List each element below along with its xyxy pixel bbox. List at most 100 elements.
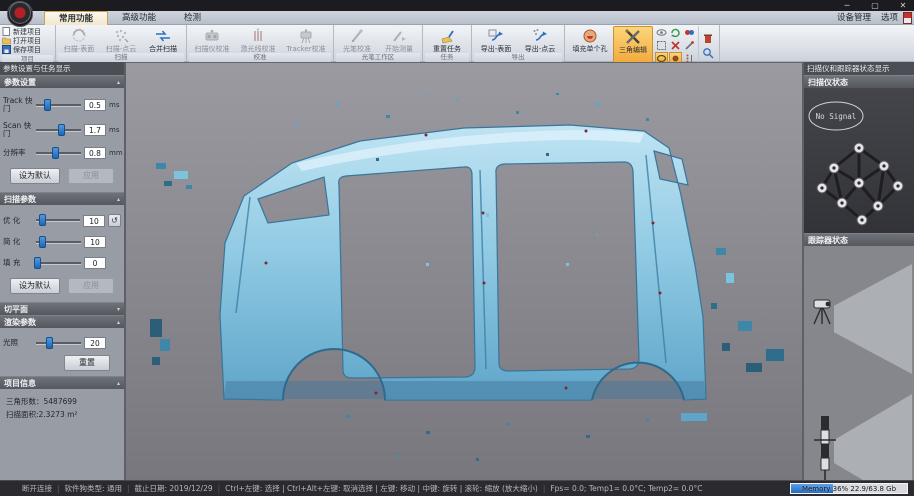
export-pointcloud-button[interactable]: 导出-点云 bbox=[518, 26, 562, 53]
lighting-label: 光照 bbox=[3, 339, 33, 347]
start-measure-button[interactable]: 开始测量 bbox=[378, 26, 420, 53]
scan-shutter-slider[interactable] bbox=[36, 129, 81, 132]
group-label-calibration: 校准 bbox=[189, 53, 331, 62]
section-header-tracker-status[interactable]: 跟踪器状态 bbox=[804, 233, 914, 246]
stamp-edit-icon[interactable] bbox=[683, 39, 696, 51]
export-surface-icon bbox=[487, 27, 505, 45]
track-shutter-value[interactable]: 0.5 bbox=[84, 99, 106, 111]
reset-button[interactable]: 重置 bbox=[64, 355, 110, 371]
maximize-button[interactable]: ▢ bbox=[868, 0, 882, 11]
fill-slider[interactable] bbox=[36, 262, 81, 265]
reset-task-button[interactable]: 重置任务 bbox=[425, 26, 469, 53]
ribbon-group-export: 导出-表面 导出-点云 导出 bbox=[472, 25, 565, 61]
scan-pointcloud-button[interactable]: 扫描-点云 bbox=[100, 26, 142, 53]
save-project-button[interactable]: 保存项目 bbox=[2, 45, 53, 54]
triangle-count-value: 5487699 bbox=[44, 397, 77, 406]
triangle-edit-button[interactable]: 三角编辑 bbox=[613, 26, 653, 64]
rectangle-select-icon[interactable] bbox=[655, 39, 668, 51]
visibility-icon[interactable] bbox=[655, 26, 668, 38]
scan-surface-button[interactable]: 扫描-表面 bbox=[58, 26, 100, 53]
performance-readout: Fps= 0.0; Temp1= 0.0°C; Temp2= 0.0°C bbox=[550, 484, 702, 493]
section-header-scan-params[interactable]: 扫描参数▴ bbox=[0, 192, 124, 205]
zoom-settings-icon[interactable] bbox=[702, 47, 714, 59]
lighting-slider[interactable] bbox=[36, 342, 81, 345]
measure-pen-icon bbox=[390, 27, 408, 45]
pen-calibration-button[interactable]: 光笔校准 bbox=[336, 26, 378, 53]
ribbon-group-calibration: 扫描仪校准 激光线校准 Tracker校准 校准 bbox=[187, 25, 334, 61]
track-shutter-slider[interactable] bbox=[36, 104, 81, 107]
section-header-render-params[interactable]: 渲染参数▴ bbox=[0, 315, 124, 328]
fill-label: 填 充 bbox=[3, 259, 33, 267]
set-default-button[interactable]: 设为默认 bbox=[10, 278, 60, 294]
slider-thumb[interactable] bbox=[44, 99, 51, 111]
collapse-arrow-icon: ▴ bbox=[117, 193, 120, 206]
minimize-button[interactable]: ─ bbox=[840, 0, 854, 11]
lighting-value[interactable]: 20 bbox=[84, 337, 106, 349]
tab-advanced-functions[interactable]: 高级功能 bbox=[108, 11, 170, 25]
car-body-scan-mesh bbox=[126, 63, 802, 480]
scan-shutter-label: Scan 快门 bbox=[3, 122, 33, 138]
menu-options[interactable]: 选项 bbox=[881, 11, 898, 25]
set-default-button[interactable]: 设为默认 bbox=[10, 168, 60, 184]
menu-device-management[interactable]: 设备管理 bbox=[837, 11, 871, 25]
reset-optimize-icon[interactable]: ↺ bbox=[108, 214, 121, 227]
ribbon-group-pen-workspace: 光笔校准 开始测量 光笔工作区 bbox=[334, 25, 423, 61]
no-signal-text: No Signal bbox=[816, 112, 857, 121]
resolution-value[interactable]: 0.8 bbox=[84, 147, 106, 159]
resolution-slider[interactable] bbox=[36, 152, 81, 155]
3d-viewport[interactable] bbox=[126, 62, 802, 480]
app-logo-icon[interactable] bbox=[7, 1, 33, 27]
tab-common-functions[interactable]: 常用功能 bbox=[44, 11, 108, 25]
group-label-scan: 扫描 bbox=[58, 53, 184, 62]
laser-lines-icon bbox=[249, 27, 267, 45]
triangle-count-row: 三角形数：5487699 bbox=[0, 394, 124, 407]
delete-selection-icon[interactable] bbox=[669, 39, 682, 51]
memory-text: Memory 36% 22.9/63.8 Gb bbox=[791, 484, 907, 494]
apply-button[interactable]: 应用 bbox=[68, 278, 114, 294]
scanner-calibration-button[interactable]: 扫描仪校准 bbox=[189, 26, 235, 53]
export-surface-button[interactable]: 导出-表面 bbox=[474, 26, 518, 53]
scan-shutter-value[interactable]: 1.7 bbox=[84, 124, 106, 136]
slider-thumb[interactable] bbox=[58, 124, 65, 136]
record-points-icon[interactable] bbox=[683, 26, 696, 38]
optimize-row: 优 化 10 ↺ bbox=[0, 214, 124, 227]
app-window: ─ ▢ ✕ 常用功能 高级功能 检测 设备管理 选项 新建项目 bbox=[0, 0, 914, 496]
memory-usage-bar: Memory 36% 22.9/63.8 Gb bbox=[790, 483, 908, 494]
collapse-arrow-icon: ▴ bbox=[117, 377, 120, 390]
section-header-param-settings[interactable]: 参数设置▴ bbox=[0, 75, 124, 88]
optimize-value[interactable]: 10 bbox=[83, 215, 105, 227]
status-bar: 断开连接 | 软件狗类型: 通用 | 截止日期: 2019/12/29 | Ct… bbox=[0, 480, 914, 496]
merge-scan-button[interactable]: 合并扫描 bbox=[142, 26, 184, 53]
new-document-icon bbox=[2, 27, 11, 36]
ribbon-group-project: 新建项目 打开项目 保存项目 项目 bbox=[0, 25, 56, 61]
collapse-arrow-icon: ▴ bbox=[117, 76, 120, 89]
tab-inspection[interactable]: 检测 bbox=[170, 11, 215, 25]
slider-thumb[interactable] bbox=[39, 214, 46, 226]
track-shutter-label: Track 快门 bbox=[3, 97, 33, 113]
apply-button[interactable]: 应用 bbox=[68, 168, 114, 184]
trash-icon[interactable] bbox=[702, 32, 714, 44]
simplify-value[interactable]: 10 bbox=[84, 236, 106, 248]
refresh-selection-icon[interactable] bbox=[669, 26, 682, 38]
fill-value[interactable]: 0 bbox=[84, 257, 106, 269]
laser-line-calibration-button[interactable]: 激光线校准 bbox=[235, 26, 281, 53]
license-deadline: 截止日期: 2019/12/29 bbox=[134, 483, 212, 494]
right-panel-title: 扫描仪和跟踪器状态显示 bbox=[804, 62, 914, 75]
section-header-project-info[interactable]: 项目信息▴ bbox=[0, 376, 124, 389]
edit-tool-column bbox=[698, 26, 717, 64]
slider-thumb[interactable] bbox=[39, 236, 46, 248]
slider-thumb[interactable] bbox=[46, 337, 53, 349]
ribbon-group-edit: 填充单个孔 三角编辑 bbox=[565, 25, 720, 61]
scanner-status-image: No Signal bbox=[804, 88, 914, 233]
help-icon[interactable] bbox=[903, 12, 912, 24]
section-header-scanner-status[interactable]: 扫描仪状态 bbox=[804, 75, 914, 88]
slider-thumb[interactable] bbox=[34, 257, 41, 269]
tracker-calibration-button[interactable]: Tracker校准 bbox=[281, 26, 331, 53]
section-header-clip-plane[interactable]: 切平面▾ bbox=[0, 302, 124, 315]
close-button[interactable]: ✕ bbox=[896, 0, 910, 11]
slider-thumb[interactable] bbox=[52, 147, 59, 159]
optimize-slider[interactable] bbox=[36, 219, 80, 222]
fill-single-hole-button[interactable]: 填充单个孔 bbox=[567, 26, 613, 64]
simplify-slider[interactable] bbox=[36, 241, 81, 244]
merge-arrows-icon bbox=[154, 27, 172, 45]
